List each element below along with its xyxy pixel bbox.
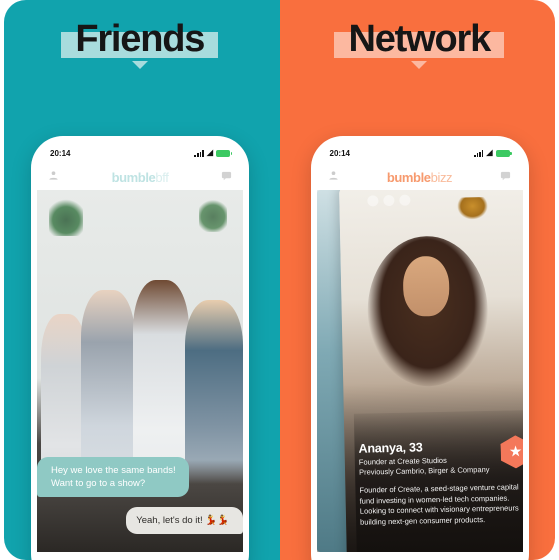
friends-headline-text: Friends [75,18,205,60]
phone-notch [377,142,462,157]
photo-pagination-dots[interactable] [366,194,410,207]
network-headline-wrap: Network [280,16,559,69]
wifi-icon: ◢ [486,148,493,157]
network-headline: Network [334,16,505,69]
friends-headline-tail [131,61,148,69]
chat-bubbles: Hey we love the same bands! Want to go t… [37,457,243,534]
status-time: 20:14 [329,148,350,158]
brand-word-bumble: bumble [386,169,431,185]
plant-decor-right [199,198,227,232]
status-indicators: ◢ [473,148,512,157]
chat-bubble-outgoing[interactable]: Yeah, let's do it! 💃💃 [126,507,243,534]
battery-icon [495,149,512,157]
person-icon[interactable] [328,168,339,186]
network-headline-text: Network [348,18,491,60]
network-card-stack: Ananya, 33 Founder at Create Studios Pre… [316,190,523,552]
profile-info: Ananya, 33 Founder at Create Studios Pre… [358,438,523,527]
friends-phone-mockup: 20:14 ◢ bumblebff Hey we love the same b… [31,136,249,560]
profile-name-age: Ananya, 33 [357,440,423,456]
plant-decor-left [49,196,83,236]
pagination-dot[interactable] [382,194,394,207]
pagination-dot[interactable] [366,195,378,207]
chat-row-outgoing: Yeah, let's do it! 💃💃 [45,507,243,534]
network-panel: Network 20:14 ◢ bumblebizz Ananya, 33 Fo… [279,0,559,560]
bumble-bizz-logo: bumblebizz [386,169,453,185]
friends-headline-wrap: Friends [0,16,280,69]
profile-card[interactable]: Ananya, 33 Founder at Create Studios Pre… [338,190,523,552]
chat-bubble-incoming[interactable]: Hey we love the same bands! Want to go t… [37,457,189,497]
status-time: 20:14 [50,148,71,158]
battery-icon [216,149,232,157]
profile-previously: Previously Cambrio, Birger & Company [358,464,490,477]
brand-word-bff: bff [155,169,169,185]
profile-bio: Founder of Create, a seed-stage venture … [358,482,519,527]
network-app-bar: bumblebizz [317,164,523,190]
chat-bubble-icon[interactable] [221,168,232,186]
signal-bars-icon [194,149,204,157]
network-phone-mockup: 20:14 ◢ bumblebizz Ananya, 33 Founder at… [310,136,529,560]
person-icon[interactable] [48,168,59,186]
brand-word-bumble: bumble [111,169,156,185]
bumble-bff-logo: bumblebff [112,170,169,185]
network-phone-screen: 20:14 ◢ bumblebizz Ananya, 33 Founder at… [316,142,523,560]
lamp-decor [456,196,488,220]
chat-bubble-icon[interactable] [500,168,511,186]
person-face [402,255,450,317]
signal-bars-icon [473,149,484,157]
wifi-icon: ◢ [206,148,213,157]
friends-phone-screen: 20:14 ◢ bumblebff Hey we love the same b… [37,142,243,560]
friends-app-bar: bumblebff [37,164,243,190]
network-headline-tail [411,61,428,69]
status-indicators: ◢ [194,148,232,157]
friends-panel: Friends 20:14 ◢ bumblebff Hey we love th… [0,0,280,560]
chat-row-incoming: Hey we love the same bands! Want to go t… [37,457,235,497]
brand-word-bizz: bizz [430,169,453,185]
pagination-dot[interactable] [398,194,410,206]
friends-headline: Friends [61,16,219,69]
phone-notch [98,142,182,157]
